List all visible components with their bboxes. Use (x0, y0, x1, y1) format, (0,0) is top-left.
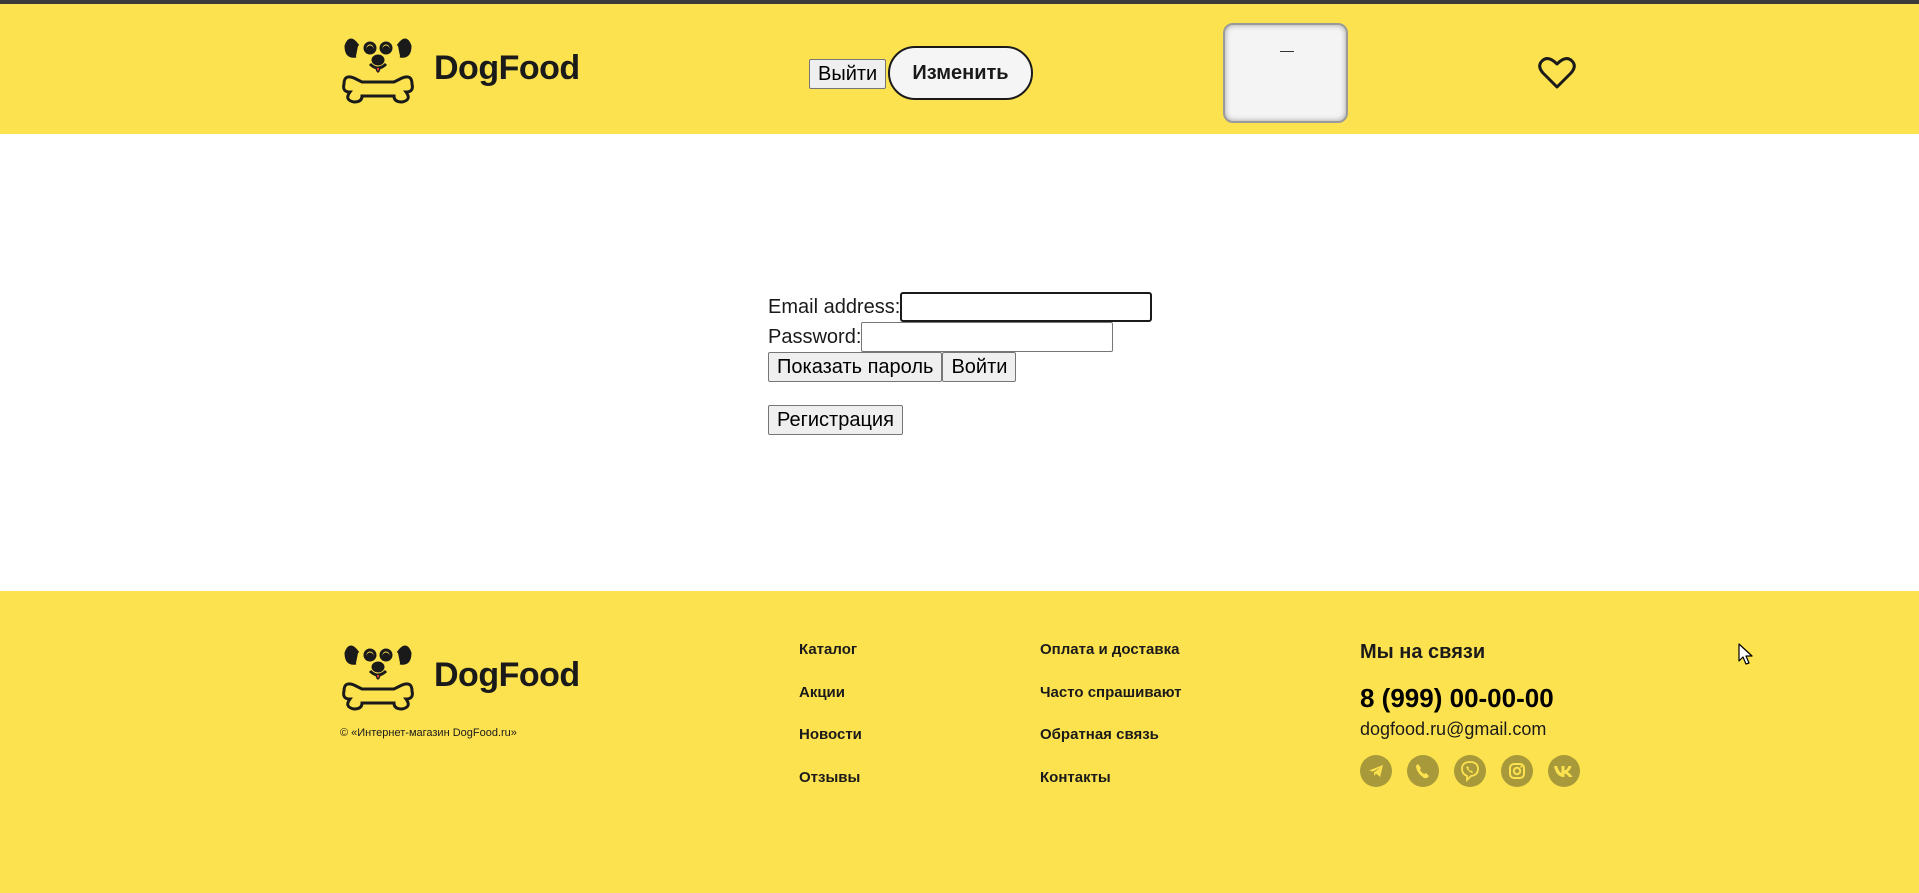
footer-link-news[interactable]: Новости (799, 726, 862, 743)
email-label: Email address: (768, 295, 901, 318)
site-footer: DogFood © «Интернет-магазин DogFood.ru» … (0, 591, 1919, 893)
edit-profile-button[interactable]: Изменить (888, 46, 1033, 100)
instagram-button[interactable] (1501, 755, 1533, 787)
footer-link-catalog[interactable]: Каталог (799, 641, 857, 658)
dog-logo-icon (342, 645, 414, 711)
footer-link-faq[interactable]: Часто спрашивают (1040, 684, 1181, 701)
site-header: DogFood Выйти Изменить — (0, 4, 1919, 134)
modal-placeholder-text: — (1280, 42, 1294, 58)
instagram-icon (1509, 763, 1525, 779)
telegram-icon (1369, 765, 1383, 777)
footer-link-reviews[interactable]: Отзывы (799, 769, 860, 786)
heart-icon (1538, 57, 1576, 89)
login-button[interactable]: Войти (942, 352, 1017, 382)
header-logo[interactable]: DogFood (340, 32, 580, 104)
logo-text: DogFood (434, 655, 580, 694)
footer-logo[interactable]: DogFood (340, 639, 580, 711)
vk-button[interactable] (1548, 755, 1580, 787)
viber-button[interactable] (1454, 755, 1486, 787)
copyright-text: © «Интернет-магазин DogFood.ru» (340, 727, 517, 739)
telegram-button[interactable] (1360, 755, 1392, 787)
whatsapp-button[interactable] (1407, 755, 1439, 787)
contact-email[interactable]: dogfood.ru@gmail.com (1360, 719, 1546, 740)
profile-modal-box[interactable]: — (1223, 23, 1348, 123)
contact-title: Мы на связи (1360, 641, 1486, 663)
password-input[interactable] (861, 322, 1114, 352)
password-label: Password: (768, 325, 862, 348)
register-button[interactable]: Регистрация (768, 405, 903, 435)
footer-link-payment-delivery[interactable]: Оплата и доставка (1040, 641, 1179, 658)
email-input[interactable] (900, 292, 1153, 322)
footer-link-contacts[interactable]: Контакты (1040, 769, 1111, 786)
viber-icon (1461, 761, 1479, 782)
show-password-button[interactable]: Показать пароль (768, 352, 943, 382)
contact-phone[interactable]: 8 (999) 00-00-00 (1360, 683, 1554, 714)
footer-link-feedback[interactable]: Обратная связь (1040, 726, 1159, 743)
dog-logo-icon (342, 38, 414, 104)
logout-button[interactable]: Выйти (809, 59, 887, 89)
mouse-cursor-icon (1738, 643, 1754, 672)
logo-text: DogFood (434, 48, 580, 87)
whatsapp-icon (1416, 764, 1429, 779)
vk-icon (1554, 766, 1573, 777)
footer-link-promotions[interactable]: Акции (799, 684, 845, 701)
favorites-button[interactable] (1538, 56, 1576, 95)
